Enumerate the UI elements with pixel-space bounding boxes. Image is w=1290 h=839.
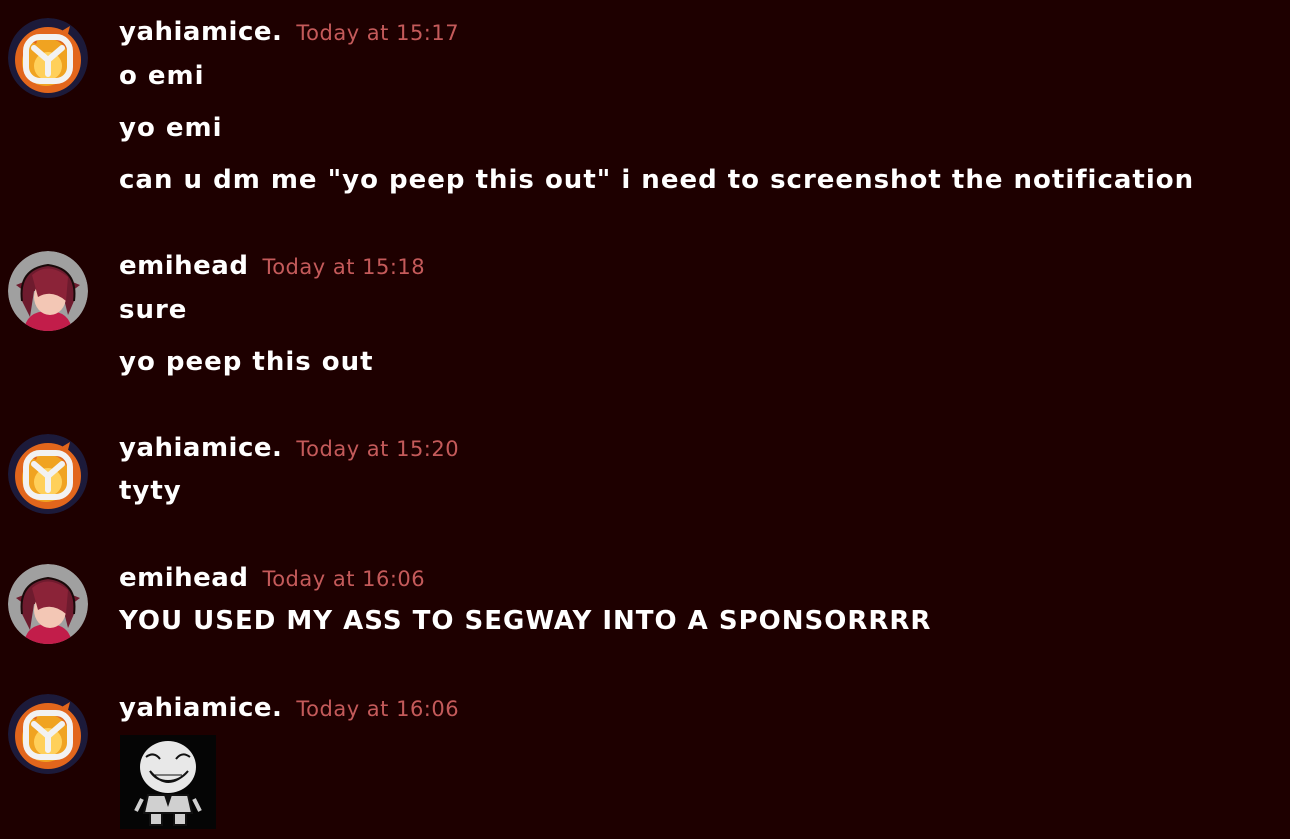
message-header: emihead Today at 15:18 xyxy=(119,251,425,281)
message-text: tyty xyxy=(119,476,182,506)
message-header: yahiamice. Today at 15:17 xyxy=(119,17,459,47)
message-header: yahiamice. Today at 16:06 xyxy=(119,693,459,723)
yahiamice-avatar[interactable] xyxy=(8,694,88,774)
username[interactable]: emihead xyxy=(119,563,248,593)
trollface-image[interactable] xyxy=(120,735,216,829)
yahiamice-logo-icon xyxy=(8,694,88,774)
yahiamice-logo-icon xyxy=(8,434,88,514)
timestamp[interactable]: Today at 16:06 xyxy=(296,697,459,721)
username[interactable]: yahiamice. xyxy=(119,433,282,463)
timestamp[interactable]: Today at 15:17 xyxy=(296,21,459,45)
message-header: emihead Today at 16:06 xyxy=(119,563,425,593)
timestamp[interactable]: Today at 15:18 xyxy=(262,255,425,279)
emihead-avatar[interactable] xyxy=(8,564,88,644)
emihead-character-icon xyxy=(8,564,88,644)
yahiamice-avatar[interactable] xyxy=(8,18,88,98)
username[interactable]: yahiamice. xyxy=(119,17,282,47)
message-text: o emi xyxy=(119,61,205,91)
message-text: yo peep this out xyxy=(119,347,374,377)
emihead-avatar[interactable] xyxy=(8,251,88,331)
emihead-character-icon xyxy=(8,251,88,331)
trollface-sans-icon xyxy=(120,735,216,829)
yahiamice-logo-icon xyxy=(8,18,88,98)
message-text: yo emi xyxy=(119,113,223,143)
message-text: can u dm me "yo peep this out" i need to… xyxy=(119,165,1195,195)
message-text: sure xyxy=(119,295,188,325)
timestamp[interactable]: Today at 15:20 xyxy=(296,437,459,461)
message-text: YOU USED MY ASS TO SEGWAY INTO A SPONSOR… xyxy=(119,606,932,636)
yahiamice-avatar[interactable] xyxy=(8,434,88,514)
message-header: yahiamice. Today at 15:20 xyxy=(119,433,459,463)
chat-log: yahiamice. Today at 15:17 o emi yo emi ca… xyxy=(0,0,1290,839)
username[interactable]: yahiamice. xyxy=(119,693,282,723)
timestamp[interactable]: Today at 16:06 xyxy=(262,567,425,591)
username[interactable]: emihead xyxy=(119,251,248,281)
